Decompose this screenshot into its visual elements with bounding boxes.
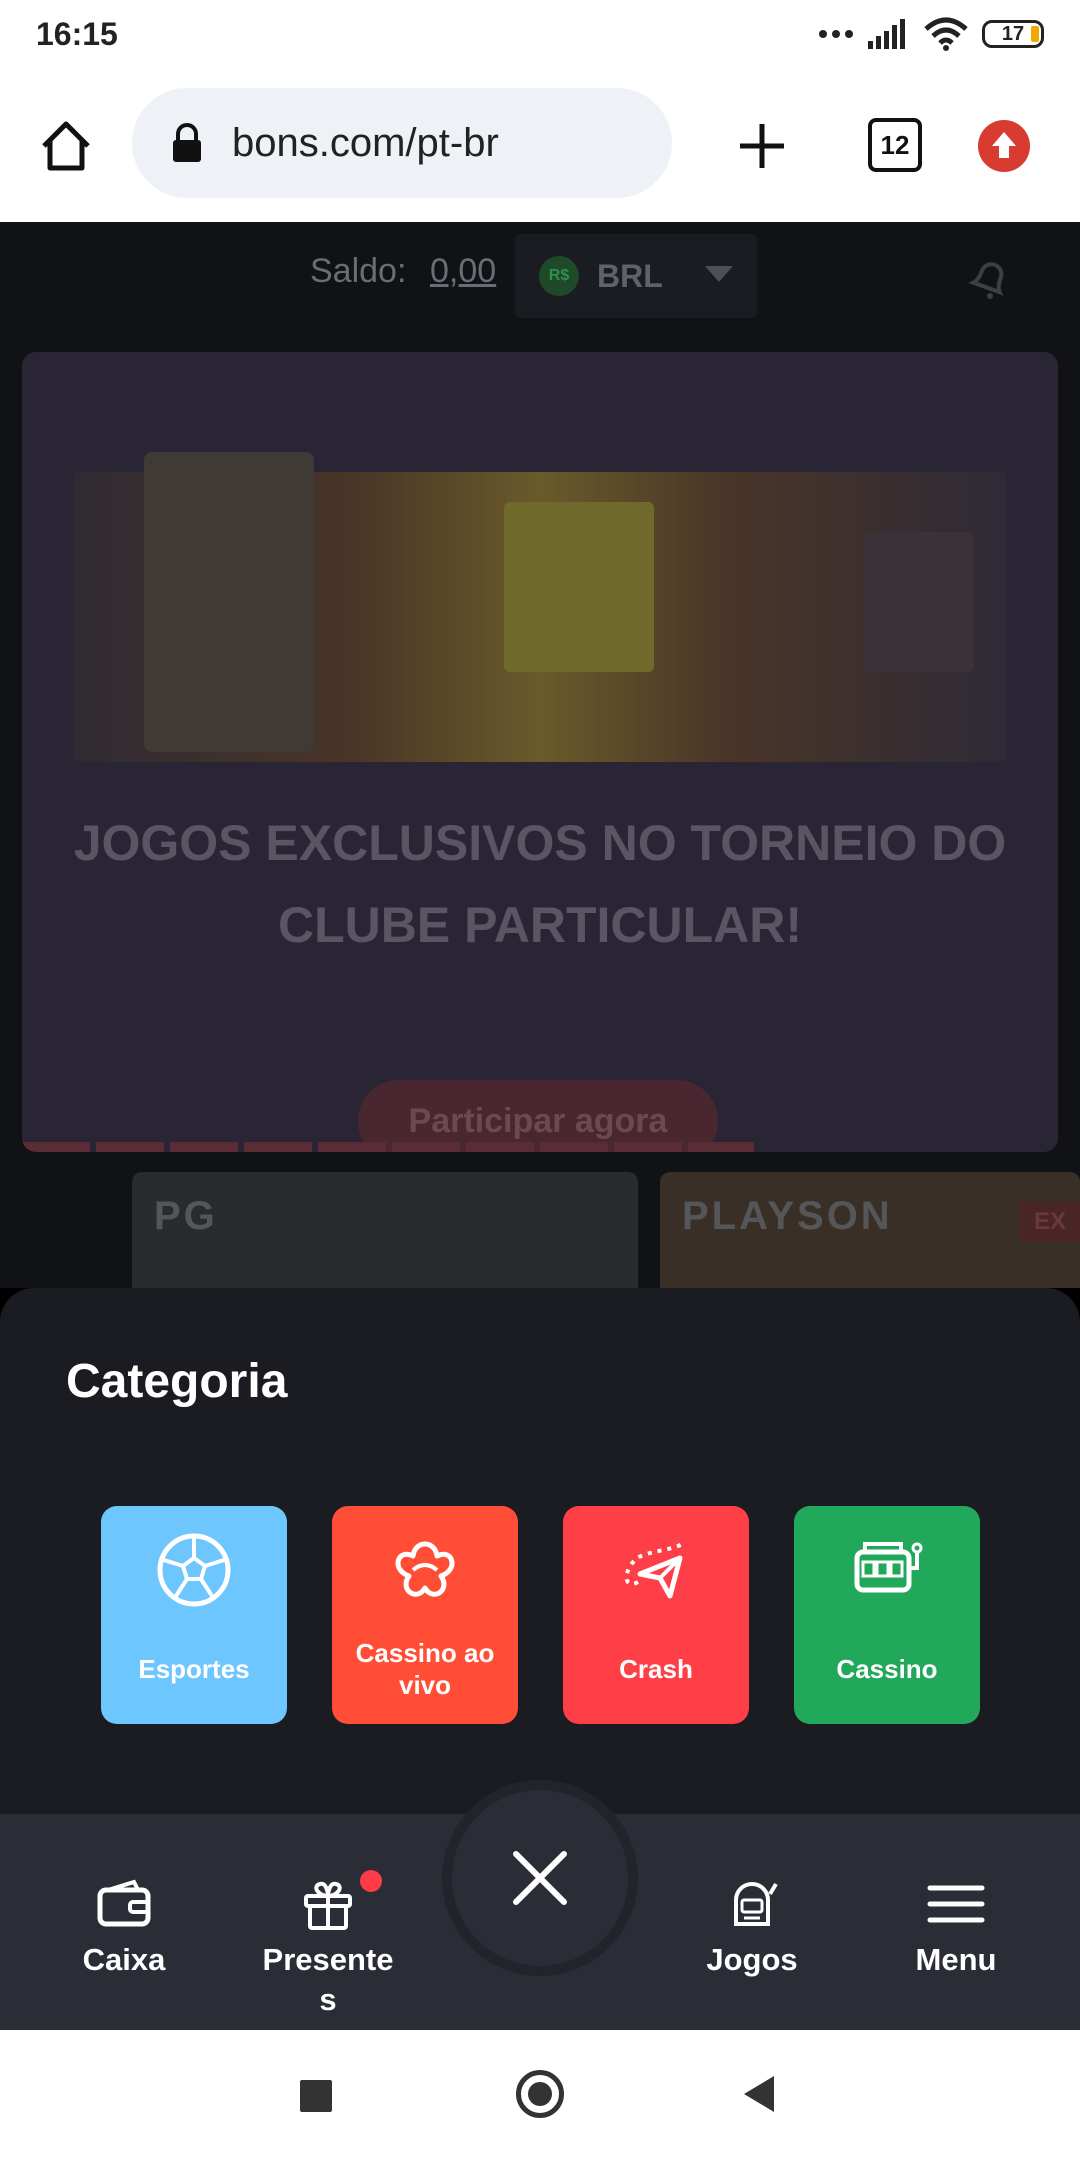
close-icon — [513, 1851, 567, 1905]
update-icon[interactable] — [978, 120, 1030, 172]
nav-label: Caixa — [82, 1942, 166, 1977]
tab-count: 12 — [880, 129, 910, 160]
promo-banner[interactable]: JOGOS EXCLUSIVOS NO TORNEIO DO CLUBE PAR… — [22, 352, 1058, 1152]
category-label: Cassino ao vivo — [355, 1638, 495, 1700]
provider-card-playson[interactable]: PLAYSON EX — [660, 1172, 1080, 1288]
category-label: Esportes — [138, 1654, 250, 1684]
banner-progress — [22, 1142, 1058, 1152]
progress-segment — [22, 1142, 90, 1152]
page-content: Saldo: 0,00 R$ BRL JOGOS EXCLUSIVOS NO T… — [0, 222, 1080, 1288]
banner-title-line2: CLUBE PARTICULAR! — [277, 897, 803, 953]
lock-icon — [173, 123, 201, 162]
gift-icon — [304, 1881, 352, 1930]
currency-coin-icon: R$ — [539, 256, 579, 296]
nav-menu[interactable]: Menu — [866, 1874, 1046, 1980]
balance-label: Saldo: — [310, 252, 407, 290]
progress-segment — [318, 1142, 386, 1152]
battery-level: 17 — [1001, 22, 1025, 45]
home-icon[interactable] — [36, 116, 96, 176]
banner-title: JOGOS EXCLUSIVOS NO TORNEIO DO CLUBE PAR… — [22, 802, 1058, 966]
cards-icon — [395, 1541, 455, 1597]
sheet-title: Categoria — [66, 1355, 288, 1408]
banner-idol — [504, 502, 654, 672]
plus-icon[interactable] — [732, 116, 792, 176]
soccer-ball-icon — [157, 1533, 231, 1607]
address-bar[interactable]: bons.com/pt-br — [132, 88, 672, 198]
back-icon[interactable] — [744, 2076, 774, 2112]
provider-card-pg[interactable]: PG — [132, 1172, 638, 1288]
balance-value[interactable]: 0,00 — [430, 252, 496, 291]
nav-jogos[interactable]: Jogos — [662, 1874, 842, 1980]
bell-icon[interactable] — [962, 250, 1018, 306]
status-bar: 16:15 17 — [0, 0, 1080, 68]
progress-segment — [96, 1142, 164, 1152]
progress-segment — [688, 1142, 754, 1152]
category-cassino-ao-vivo[interactable]: Cassino ao vivo — [332, 1506, 518, 1724]
paper-plane-icon — [624, 1542, 684, 1599]
progress-segment — [392, 1142, 460, 1152]
provider-logo: PG — [154, 1194, 218, 1238]
category-sheet: Categoria Esportes Cassino ao vivo Crash — [0, 1288, 1080, 1818]
progress-segment — [244, 1142, 312, 1152]
nav-label: Menu — [915, 1942, 997, 1977]
tabs-icon[interactable]: 12 — [868, 118, 922, 172]
banner-illustration — [74, 452, 1006, 762]
hamburger-icon — [927, 1885, 985, 1923]
provider-badge: EX — [1020, 1202, 1080, 1242]
banner-character — [144, 452, 314, 752]
banner-screen — [864, 532, 974, 672]
url-text: bons.com/pt-br — [232, 120, 499, 165]
signal-icon — [868, 19, 905, 49]
category-label: Cassino — [836, 1654, 938, 1684]
browser-toolbar: bons.com/pt-br 12 — [0, 68, 1080, 224]
category-crash[interactable]: Crash — [563, 1506, 749, 1724]
wifi-icon — [924, 17, 968, 51]
nav-caixa[interactable]: Caixa — [34, 1874, 214, 1980]
nav-presentes[interactable]: Presente s — [238, 1870, 418, 2020]
category-label: Crash — [619, 1654, 693, 1684]
dots-icon — [819, 30, 853, 38]
close-button[interactable] — [452, 1790, 628, 1966]
wallet-icon — [97, 1879, 151, 1927]
chevron-down-icon — [705, 266, 733, 282]
progress-segment — [540, 1142, 608, 1152]
home-circle-icon[interactable] — [516, 2070, 564, 2118]
recents-icon[interactable] — [300, 2080, 332, 2112]
status-time: 16:15 — [36, 16, 118, 52]
currency-code: BRL — [597, 258, 663, 294]
provider-logo: PLAYSON — [682, 1194, 893, 1238]
android-nav-bar — [0, 2030, 1080, 2160]
progress-segment — [170, 1142, 238, 1152]
progress-segment — [614, 1142, 682, 1152]
banner-title-line1: JOGOS EXCLUSIVOS NO TORNEIO DO — [73, 815, 1007, 871]
currency-selector[interactable]: R$ BRL — [515, 234, 757, 318]
nav-label: Jogos — [706, 1942, 798, 1977]
slot-machine-icon — [854, 1542, 923, 1593]
nav-label: Presente s — [262, 1942, 394, 2017]
joystick-icon — [734, 1882, 778, 1926]
status-icons: 17 — [818, 14, 1044, 54]
notification-dot — [360, 1870, 382, 1892]
category-cassino[interactable]: Cassino — [794, 1506, 980, 1724]
category-esportes[interactable]: Esportes — [101, 1506, 287, 1724]
battery-icon: 17 — [982, 20, 1044, 48]
progress-segment — [466, 1142, 534, 1152]
